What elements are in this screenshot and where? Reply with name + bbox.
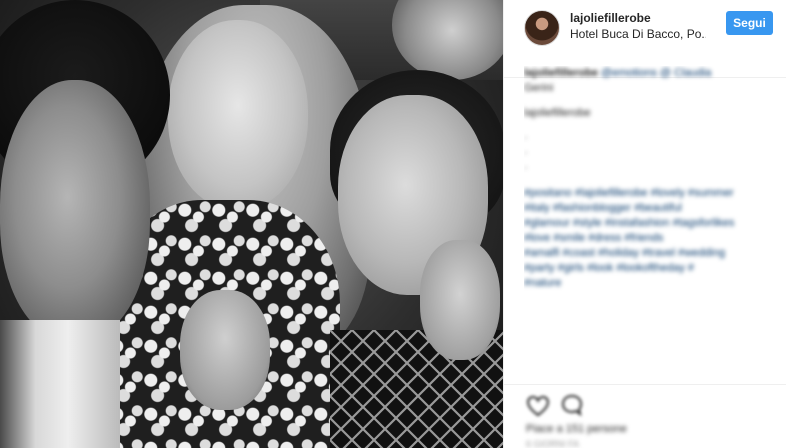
hashtag-line[interactable]: #nature xyxy=(524,276,774,291)
hashtag-line[interactable]: #love #smile #dress #friends xyxy=(524,231,774,246)
photo-person-left-shirt xyxy=(0,320,120,448)
caption-line-1: lajoliefillerobe @emotions @ Claudia xyxy=(524,66,774,81)
caption-dot: · xyxy=(524,162,528,174)
photo-person-right-hand xyxy=(420,240,500,360)
hashtag-line[interactable]: #positano #lajoliefillerobe #lovely #sum… xyxy=(524,186,774,201)
caption-username[interactable]: lajoliefillerobe xyxy=(524,67,598,79)
caption-dot: · xyxy=(524,147,528,159)
caption-dot: · xyxy=(524,132,528,144)
caption-line-3: lajoliefillerobe xyxy=(524,107,591,119)
hashtag-line[interactable]: #italy #fashionblogger #beautiful xyxy=(524,201,774,216)
post-timestamp: 6 GIORNI FA xyxy=(526,439,580,448)
comment-icon[interactable] xyxy=(560,393,584,417)
hashtag-line[interactable]: #amalfi #coast #holiday #travel #wedding xyxy=(524,246,774,261)
caption-line-2: Gerini xyxy=(524,82,554,94)
instagram-post: lajoliefillerobe Hotel Buca Di Bacco, Po… xyxy=(0,0,786,448)
photo-person-left-face xyxy=(0,80,150,340)
post-side-panel: lajoliefillerobe Hotel Buca Di Bacco, Po… xyxy=(503,0,786,448)
location-link[interactable]: Hotel Buca Di Bacco, Po... xyxy=(570,27,706,41)
username-link[interactable]: lajoliefillerobe xyxy=(570,11,651,25)
post-actions: Piace a 151 persone 6 GIORNI FA xyxy=(504,384,786,448)
follow-button[interactable]: Segui xyxy=(726,11,773,35)
caption: lajoliefillerobe @emotions @ Claudia Ger… xyxy=(524,66,774,366)
photo-person-middle-hand xyxy=(180,290,270,410)
post-photo[interactable] xyxy=(0,0,503,448)
hashtag-line[interactable]: #glamour #style #instafashion #tagsforli… xyxy=(524,216,774,231)
likes-count[interactable]: Piace a 151 persone xyxy=(526,423,627,435)
caption-mention[interactable]: @emotions @ Claudia xyxy=(601,67,711,79)
heart-icon[interactable] xyxy=(526,395,550,417)
avatar[interactable] xyxy=(524,10,560,46)
photo-person-middle-face xyxy=(168,20,308,210)
hashtag-line[interactable]: #party #girls #look #lookoftheday # xyxy=(524,261,774,276)
hashtag-list: #positano #lajoliefillerobe #lovely #sum… xyxy=(524,186,774,291)
